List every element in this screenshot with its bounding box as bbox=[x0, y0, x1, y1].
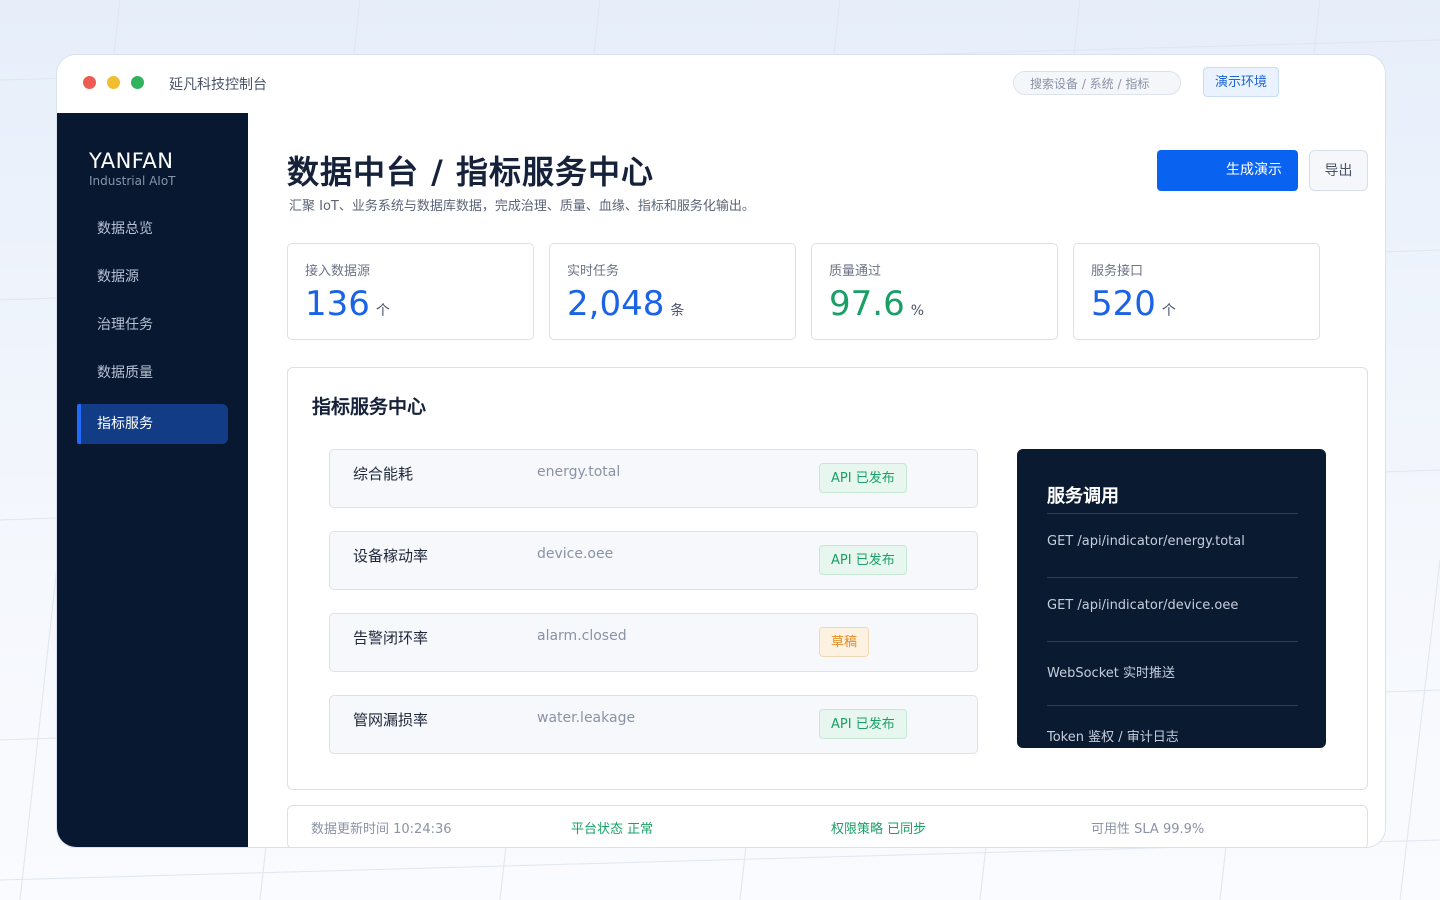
status-badge: API 已发布 bbox=[819, 709, 907, 739]
indicator-code: energy.total bbox=[537, 464, 621, 480]
export-button[interactable]: 导出 bbox=[1309, 150, 1368, 191]
indicator-name: 设备稼动率 bbox=[353, 547, 429, 565]
status-badge: API 已发布 bbox=[819, 463, 907, 493]
service-call-card: 服务调用 GET /api/indicator/energy.total GET… bbox=[1017, 449, 1326, 748]
indicator-row[interactable]: 告警闭环率 alarm.closed 草稿 bbox=[329, 613, 978, 672]
main-content: 数据中台 / 指标服务中心 汇聚 IoT、业务系统与数据库数据，完成治理、质量、… bbox=[248, 113, 1385, 847]
sidebar: YANFAN Industrial AIoT 数据总览 数据源 治理任务 数据质… bbox=[57, 113, 248, 847]
service-endpoint-item[interactable]: Token 鉴权 / 审计日志 bbox=[1047, 726, 1179, 745]
status-badge: 草稿 bbox=[819, 627, 870, 657]
page-description: 汇聚 IoT、业务系统与数据库数据，完成治理、质量、血缘、指标和服务化输出。 bbox=[289, 199, 755, 214]
indicator-row[interactable]: 设备稼动率 device.oee API 已发布 bbox=[329, 531, 978, 590]
page-title: 数据中台 / 指标服务中心 bbox=[287, 153, 654, 191]
maximize-window-dot[interactable] bbox=[131, 76, 144, 89]
divider bbox=[1047, 705, 1298, 706]
indicator-service-panel: 指标服务中心 综合能耗 energy.total API 已发布 设备稼动率 d… bbox=[287, 367, 1368, 790]
status-bar: 数据更新时间 10:24:36 平台状态 正常 权限策略 已同步 可用性 SLA… bbox=[287, 805, 1368, 847]
brand-subtitle: Industrial AIoT bbox=[89, 174, 176, 188]
indicator-row[interactable]: 管网漏损率 water.leakage API 已发布 bbox=[329, 695, 978, 754]
environment-badge[interactable]: 演示环境 bbox=[1203, 67, 1279, 97]
generate-demo-button[interactable]: 生成演示 bbox=[1157, 150, 1298, 191]
indicator-code: alarm.closed bbox=[537, 628, 627, 644]
stat-card-quality-pass: 质量通过 97.6% bbox=[811, 243, 1058, 340]
stat-value: 97.6% bbox=[829, 284, 925, 324]
stat-card-realtime-tasks: 实时任务 2,048 条 bbox=[549, 243, 796, 340]
stat-label: 质量通过 bbox=[829, 264, 882, 279]
brand-logo: YANFAN bbox=[89, 149, 174, 173]
indicator-name: 管网漏损率 bbox=[353, 711, 429, 729]
stat-card-service-apis: 服务接口 520 个 bbox=[1073, 243, 1320, 340]
sidebar-item-indicator-service[interactable]: 指标服务 bbox=[77, 404, 228, 444]
status-badge: API 已发布 bbox=[819, 545, 907, 575]
permission-status: 权限策略 已同步 bbox=[831, 822, 927, 837]
stat-value: 2,048 条 bbox=[567, 284, 685, 324]
sla-status: 可用性 SLA 99.9% bbox=[1091, 822, 1205, 837]
indicator-name: 综合能耗 bbox=[353, 465, 414, 483]
stat-unit: 个 bbox=[375, 303, 390, 319]
stat-unit: % bbox=[910, 303, 925, 319]
sidebar-item-datasource[interactable]: 数据源 bbox=[77, 257, 228, 297]
stat-label: 服务接口 bbox=[1091, 264, 1144, 279]
service-endpoint-item[interactable]: GET /api/indicator/device.oee bbox=[1047, 598, 1238, 613]
indicator-code: water.leakage bbox=[537, 710, 636, 726]
close-window-dot[interactable] bbox=[83, 76, 96, 89]
stat-unit: 条 bbox=[670, 303, 685, 319]
stat-label: 实时任务 bbox=[567, 264, 620, 279]
sidebar-item-overview[interactable]: 数据总览 bbox=[77, 209, 228, 249]
title-bar: 延凡科技控制台 搜索设备 / 系统 / 指标 演示环境 bbox=[57, 55, 1385, 113]
divider bbox=[1047, 641, 1298, 642]
indicator-row[interactable]: 综合能耗 energy.total API 已发布 bbox=[329, 449, 978, 508]
panel-title: 指标服务中心 bbox=[312, 396, 427, 418]
stat-unit: 个 bbox=[1161, 303, 1176, 319]
sidebar-item-governance[interactable]: 治理任务 bbox=[77, 305, 228, 345]
service-endpoint-item[interactable]: GET /api/indicator/energy.total bbox=[1047, 534, 1245, 549]
stat-value: 520 个 bbox=[1091, 284, 1176, 324]
sidebar-item-quality[interactable]: 数据质量 bbox=[77, 353, 228, 393]
app-window: 延凡科技控制台 搜索设备 / 系统 / 指标 演示环境 YANFAN Indus… bbox=[56, 54, 1386, 848]
divider bbox=[1047, 513, 1298, 514]
service-card-title: 服务调用 bbox=[1047, 486, 1119, 507]
minimize-window-dot[interactable] bbox=[107, 76, 120, 89]
update-time: 数据更新时间 10:24:36 bbox=[311, 822, 452, 837]
platform-status: 平台状态 正常 bbox=[571, 822, 654, 837]
service-endpoint-item[interactable]: WebSocket 实时推送 bbox=[1047, 662, 1175, 681]
stat-value: 136 个 bbox=[305, 284, 390, 324]
divider bbox=[1047, 577, 1298, 578]
stat-label: 接入数据源 bbox=[305, 264, 371, 279]
search-input[interactable]: 搜索设备 / 系统 / 指标 bbox=[1013, 71, 1181, 95]
app-title: 延凡科技控制台 bbox=[169, 77, 267, 93]
stat-card-datasources: 接入数据源 136 个 bbox=[287, 243, 534, 340]
indicator-name: 告警闭环率 bbox=[353, 629, 429, 647]
indicator-code: device.oee bbox=[537, 546, 614, 562]
